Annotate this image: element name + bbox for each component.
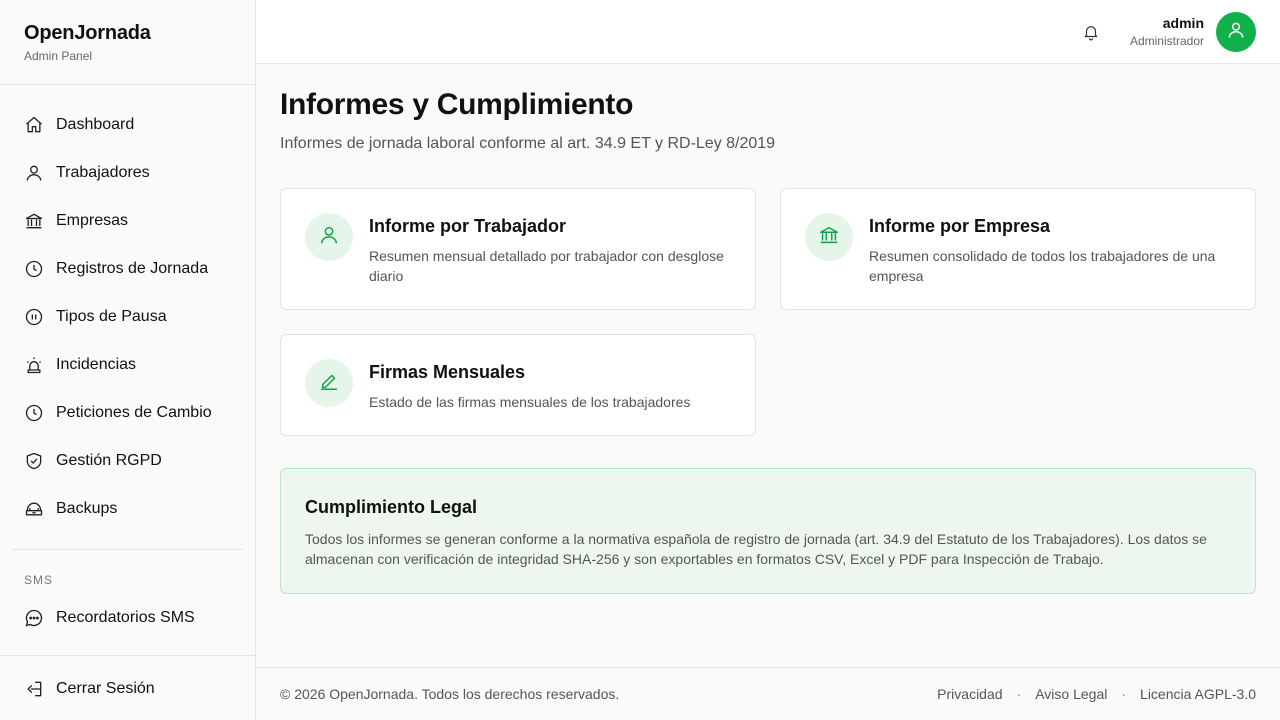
copyright-text: © 2026 OpenJornada. Todos los derechos r… [280,686,620,702]
footer: © 2026 OpenJornada. Todos los derechos r… [256,667,1280,720]
sidebar-sms-group: Recordatorios SMS [12,598,243,646]
user-icon [1226,20,1246,45]
sidebar-item-label: Dashboard [56,116,135,133]
logout-icon [24,679,44,699]
sidebar-item-label: Registros de Jornada [56,260,209,277]
sidebar-divider [12,549,243,550]
card-description: Resumen mensual detallado por trabajador… [369,248,724,284]
card-title: Firmas Mensuales [369,362,526,382]
logout-button[interactable]: Cerrar Sesión [12,669,243,709]
sidebar-item-label: Trabajadores [56,164,150,181]
footer-link-privacidad[interactable]: Privacidad [937,686,1002,702]
user-name: admin [1162,15,1204,31]
brand-title: OpenJornada [24,22,151,44]
sidebar-item-label: Backups [56,500,118,517]
footer-separator: · [1121,686,1127,702]
avatar[interactable] [1216,12,1256,52]
footer-separator: · [1016,686,1022,702]
card-description: Estado de las firmas mensuales de los tr… [369,394,691,410]
sidebar-item-empresas[interactable]: Empresas [12,201,243,241]
sidebar: OpenJornada Admin Panel Dashboard Trabaj… [0,0,256,720]
page-subtitle: Informes de jornada laboral conforme al … [280,135,776,152]
card-icon-badge [305,359,353,407]
brand: OpenJornada Admin Panel [0,0,255,85]
footer-link-aviso-legal[interactable]: Aviso Legal [1035,686,1107,702]
sidebar-item-tipos-pausa[interactable]: Tipos de Pausa [12,297,243,337]
sidebar-item-peticiones[interactable]: Peticiones de Cambio [12,393,243,433]
page-title: Informes y Cumplimiento [280,88,634,121]
footer-link-licencia[interactable]: Licencia AGPL-3.0 [1140,686,1256,702]
sidebar-item-registros[interactable]: Registros de Jornada [12,249,243,289]
sidebar-item-label: Recordatorios SMS [56,609,195,626]
card-icon-badge [305,213,353,261]
chat-bubble-icon [24,608,44,628]
report-card-firmas[interactable]: Firmas Mensuales Estado de las firmas me… [280,334,756,436]
clock-icon [24,259,44,279]
user-icon [24,163,44,183]
card-description: Resumen consolidado de todos los trabaja… [869,248,1216,284]
sidebar-item-label: Incidencias [56,356,137,373]
sidebar-item-trabajadores[interactable]: Trabajadores [12,153,243,193]
sidebar-nav: Dashboard Trabajadores Empresas Registro… [12,105,243,537]
home-icon [24,115,44,135]
shield-check-icon [24,451,44,471]
bank-icon [818,224,840,251]
clock-icon [24,403,44,423]
signature-pen-icon [318,370,340,397]
user-icon [318,224,340,251]
legal-title: Cumplimiento Legal [305,497,478,517]
database-icon [24,499,44,519]
sidebar-item-label: Tipos de Pausa [56,308,167,325]
user-info[interactable]: admin Administrador [1130,15,1204,48]
top-bar: admin Administrador [256,0,1280,64]
pause-icon [24,307,44,327]
user-role: Administrador [1129,34,1204,48]
sidebar-item-recordatorios-sms[interactable]: Recordatorios SMS [12,598,243,638]
brand-subtitle: Admin Panel [24,49,93,63]
alarm-icon [24,355,44,375]
report-card-trabajador[interactable]: Informe por Trabajador Resumen mensual d… [280,188,756,310]
sidebar-footer: Cerrar Sesión [0,655,255,720]
sidebar-item-rgpd[interactable]: Gestión RGPD [12,441,243,481]
logout-label: Cerrar Sesión [56,680,155,697]
sidebar-item-incidencias[interactable]: Incidencias [12,345,243,385]
sidebar-item-label: Empresas [56,212,129,229]
card-title: Informe por Empresa [869,216,1051,236]
card-title: Informe por Trabajador [369,216,567,236]
legal-compliance-panel: Cumplimiento Legal Todos los informes se… [280,468,1256,594]
sidebar-item-dashboard[interactable]: Dashboard [12,105,243,145]
sidebar-item-backups[interactable]: Backups [12,489,243,529]
bell-icon[interactable] [1082,22,1100,42]
legal-text: Todos los informes se generan conforme a… [305,531,1207,567]
footer-links: Privacidad · Aviso Legal · Licencia AGPL… [937,686,1256,702]
report-card-empresa[interactable]: Informe por Empresa Resumen consolidado … [780,188,1256,310]
sidebar-item-label: Peticiones de Cambio [56,404,212,421]
card-icon-badge [805,213,853,261]
bank-icon [24,211,44,231]
sidebar-item-label: Gestión RGPD [56,452,162,469]
sidebar-section-label: SMS [24,573,54,587]
